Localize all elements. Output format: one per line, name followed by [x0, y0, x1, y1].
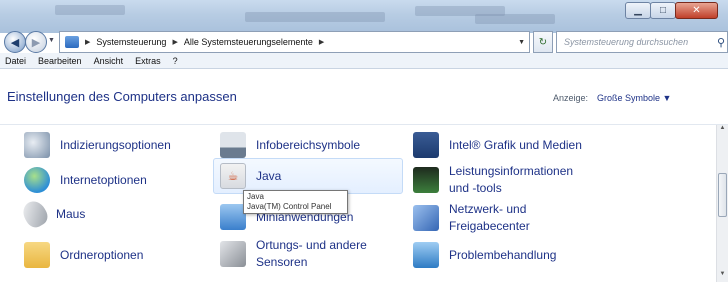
breadcrumb-alle-elemente[interactable]: Alle Systemsteuerungselemente	[184, 37, 313, 47]
refresh-icon: ↻	[538, 36, 548, 48]
minimize-button[interactable]: ▁	[625, 2, 651, 19]
control-panel-icon	[65, 36, 79, 48]
back-button[interactable]: ◀	[4, 31, 26, 53]
page-title: Einstellungen des Computers anpassen	[7, 89, 237, 104]
location-sensors-icon	[220, 241, 246, 267]
troubleshooting-icon	[413, 242, 439, 268]
content-header: Einstellungen des Computers anpassen Anz…	[0, 69, 728, 125]
mouse-icon	[18, 197, 52, 231]
minimize-icon: ▁	[634, 5, 642, 16]
item-ortungs-sensoren[interactable]: Ortungs- und andere Sensoren	[220, 237, 400, 271]
tooltip-description: Java(TM) Control Panel	[247, 202, 332, 211]
intel-graphics-icon	[413, 132, 439, 158]
address-bar[interactable]: ▶ Systemsteuerung ▶ Alle Systemsteuerung…	[59, 31, 530, 53]
item-maus[interactable]: Maus	[18, 197, 86, 231]
chevron-down-icon: ▼	[48, 37, 55, 44]
internet-options-icon	[24, 167, 50, 193]
folder-options-icon	[24, 242, 50, 268]
item-label: Java	[256, 169, 282, 183]
back-arrow-icon: ◀	[10, 36, 20, 49]
item-label: Intel® Grafik und Medien	[449, 138, 582, 152]
scroll-down-icon[interactable]: ▼	[717, 271, 728, 282]
window-controls: ▁ □ ✕	[625, 2, 718, 19]
forward-arrow-icon: ▶	[31, 36, 41, 49]
tooltip-title: Java	[247, 192, 264, 201]
item-java[interactable]: ☕ Java	[213, 158, 403, 194]
item-internetoptionen[interactable]: Internetoptionen	[24, 163, 147, 197]
view-label: Anzeige:	[553, 93, 589, 103]
address-dropdown-icon[interactable]: ▼	[518, 39, 525, 46]
indexing-options-icon	[24, 132, 50, 158]
item-label: Ordneroptionen	[60, 248, 144, 262]
item-leistungsinformationen[interactable]: Leistungsinformationen und -tools	[413, 163, 613, 197]
breadcrumb-separator-icon[interactable]: ▶	[319, 38, 324, 46]
menu-datei[interactable]: Datei	[5, 56, 26, 66]
recent-pages-dropdown[interactable]: ▼	[48, 37, 55, 44]
menu-bearbeiten[interactable]: Bearbeiten	[38, 56, 82, 66]
item-problembehandlung[interactable]: Problembehandlung	[413, 238, 556, 272]
menu-help[interactable]: ?	[173, 56, 178, 66]
item-indizierungsoptionen[interactable]: Indizierungsoptionen	[24, 128, 171, 162]
item-infobereichsymbole[interactable]: Infobereichsymbole	[220, 128, 360, 162]
view-mode-dropdown[interactable]: Große Symbole ▼	[597, 93, 671, 103]
background-window-ghost	[475, 14, 555, 24]
forward-button[interactable]: ▶	[25, 31, 47, 53]
item-intel-grafik[interactable]: Intel® Grafik und Medien	[413, 128, 582, 162]
network-sharing-icon	[413, 205, 439, 231]
java-icon: ☕	[220, 163, 246, 189]
search-icon[interactable]: ⚲	[717, 33, 725, 53]
item-netzwerk-freigabecenter[interactable]: Netzwerk- und Freigabecenter	[413, 201, 613, 235]
breadcrumb-separator-icon[interactable]: ▶	[85, 38, 90, 46]
item-label: Internetoptionen	[60, 173, 147, 187]
breadcrumb-separator-icon[interactable]: ▶	[172, 38, 177, 46]
item-label: Maus	[56, 207, 86, 221]
item-label: Ortungs- und andere Sensoren	[256, 238, 367, 269]
java-tooltip: Java Java(TM) Control Panel	[243, 190, 348, 214]
menu-ansicht[interactable]: Ansicht	[94, 56, 124, 66]
menu-bar: Datei Bearbeiten Ansicht Extras ?	[0, 53, 728, 69]
breadcrumb-systemsteuerung[interactable]: Systemsteuerung	[96, 37, 166, 47]
item-ordneroptionen[interactable]: Ordneroptionen	[24, 238, 143, 272]
notification-area-icon	[220, 132, 246, 158]
vertical-scrollbar[interactable]: ▲ ▼	[716, 125, 728, 282]
scroll-thumb[interactable]	[718, 173, 727, 217]
menu-extras[interactable]: Extras	[135, 56, 161, 66]
search-input[interactable]: Systemsteuerung durchsuchen ⚲	[556, 31, 728, 53]
control-panel-items: Indizierungsoptionen Internetoptionen Ma…	[0, 125, 716, 282]
background-window-ghost	[245, 12, 385, 22]
item-label: Problembehandlung	[449, 248, 557, 262]
navigation-bar: ◀ ▶ ▼ ▶ Systemsteuerung ▶ Alle Systemste…	[0, 28, 728, 53]
item-label: Leistungsinformationen und -tools	[449, 164, 574, 195]
scroll-up-icon[interactable]: ▲	[717, 125, 728, 136]
search-placeholder: Systemsteuerung durchsuchen	[564, 37, 689, 47]
item-label: Netzwerk- und Freigabecenter	[449, 202, 530, 233]
close-button[interactable]: ✕	[675, 2, 718, 19]
maximize-icon: □	[659, 5, 667, 16]
background-window-ghost	[55, 5, 125, 15]
item-label: Indizierungsoptionen	[60, 138, 171, 152]
item-label: Infobereichsymbole	[256, 138, 361, 152]
refresh-button[interactable]: ↻	[533, 31, 553, 53]
close-icon: ✕	[692, 5, 701, 16]
performance-icon	[413, 167, 439, 193]
maximize-button[interactable]: □	[650, 2, 676, 19]
